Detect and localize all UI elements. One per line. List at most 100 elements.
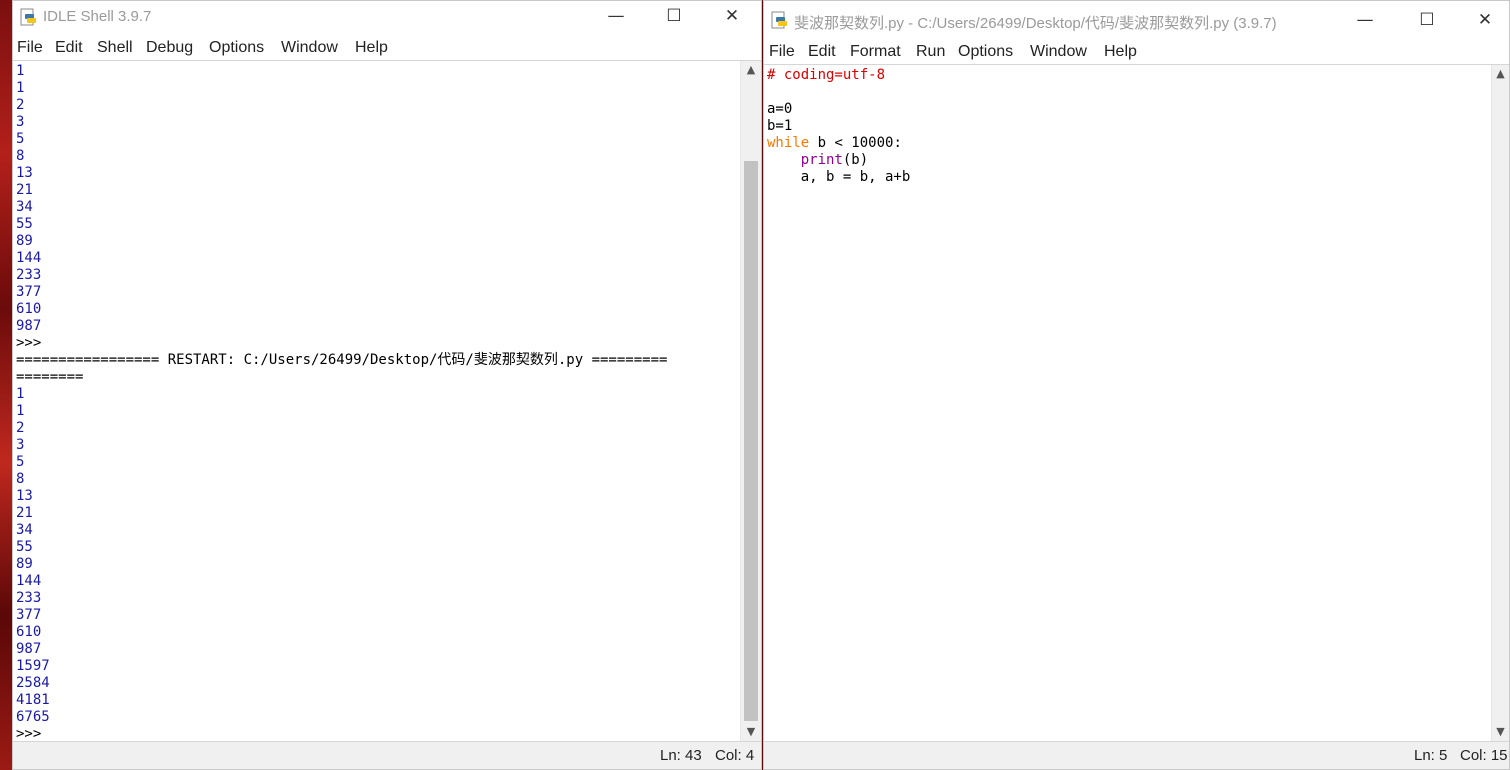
menu-options[interactable]: Options: [958, 43, 1013, 61]
editor-window: 斐波那契数列.py - C:/Users/26499/Desktop/代码/斐波…: [763, 0, 1510, 770]
editor-scrollbar[interactable]: ▲ ▼: [1491, 65, 1509, 741]
code-token: b=1: [767, 118, 793, 134]
shell-output-line: 3: [16, 437, 25, 453]
desktop-background: [0, 0, 12, 770]
shell-menubar: File Edit Shell Debug Options Window Hel…: [13, 36, 761, 60]
code-token: # coding=utf-8: [767, 67, 886, 83]
shell-output-line: 13: [16, 488, 33, 504]
shell-output-line: >>>: [16, 335, 42, 351]
shell-output-line: 2584: [16, 675, 50, 691]
shell-output-line: 5: [16, 131, 25, 147]
shell-statusbar: Ln: 43 Col: 4: [13, 741, 761, 769]
shell-output-line: ========: [16, 369, 84, 385]
shell-output-line: 13: [16, 165, 33, 181]
python-file-icon: [20, 8, 36, 26]
maximize-button[interactable]: ☐: [645, 1, 703, 33]
shell-output-line: 21: [16, 182, 33, 198]
shell-output-line: 1: [16, 386, 25, 402]
shell-output-line: 377: [16, 607, 42, 623]
editor-statusbar: Ln: 5 Col: 15: [764, 741, 1509, 769]
shell-output-line: 1597: [16, 658, 50, 674]
shell-output-line: 2: [16, 97, 25, 113]
code-line: print(b): [764, 152, 1491, 169]
line-number: Ln: 43: [660, 747, 702, 764]
editor-menubar: File Edit Format Run Options Window Help: [764, 40, 1509, 64]
menu-edit[interactable]: Edit: [55, 39, 83, 57]
close-button[interactable]: ✕: [703, 1, 761, 33]
shell-output-line: 610: [16, 624, 42, 640]
shell-output-line: 34: [16, 199, 33, 215]
shell-output-line: 987: [16, 641, 42, 657]
line-number: Ln: 5: [1414, 747, 1448, 764]
code-line: a, b = b, a+b: [764, 169, 1491, 186]
menu-debug[interactable]: Debug: [146, 39, 193, 57]
shell-output-line: 233: [16, 590, 42, 606]
editor-code-area[interactable]: # coding=utf-8 a=0 b=1 while b < 10000: pri…: [764, 67, 1491, 741]
code-line: b=1: [764, 118, 1491, 135]
shell-title: IDLE Shell 3.9.7: [43, 8, 152, 25]
shell-output-line: 8: [16, 471, 25, 487]
shell-output-line: 987: [16, 318, 42, 334]
menu-file[interactable]: File: [17, 39, 43, 57]
code-token: a, b = b, a+b: [767, 169, 911, 185]
shell-output-line: 610: [16, 301, 42, 317]
scroll-down-arrow[interactable]: ▼: [741, 723, 761, 741]
menu-help[interactable]: Help: [1104, 43, 1137, 61]
shell-output-line: 1: [16, 63, 25, 79]
menu-format[interactable]: Format: [850, 43, 901, 61]
menu-help[interactable]: Help: [355, 39, 388, 57]
shell-output-line: 8: [16, 148, 25, 164]
menu-edit[interactable]: Edit: [808, 43, 836, 61]
shell-output-line: 89: [16, 556, 33, 572]
shell-output-line: 2: [16, 420, 25, 436]
code-line: # coding=utf-8: [764, 67, 1491, 84]
code-token: while: [767, 135, 810, 151]
code-token: print: [800, 152, 843, 168]
shell-output-line: 55: [16, 539, 33, 555]
menu-run[interactable]: Run: [916, 43, 945, 61]
close-button[interactable]: ✕: [1456, 5, 1509, 37]
shell-output-line: 144: [16, 573, 42, 589]
code-token: b < 10000:: [809, 135, 902, 151]
python-file-icon: [771, 11, 787, 29]
scroll-down-arrow[interactable]: ▼: [1492, 723, 1509, 741]
shell-titlebar[interactable]: IDLE Shell 3.9.7 — ☐ ✕: [13, 1, 761, 35]
shell-output-line: ================= RESTART: C:/Users/2649…: [16, 352, 668, 368]
shell-output-line: 1: [16, 80, 25, 96]
code-token: a=0: [767, 101, 793, 117]
shell-output-line: 1: [16, 403, 25, 419]
shell-output-line: 55: [16, 216, 33, 232]
menu-window[interactable]: Window: [1030, 43, 1087, 61]
menu-separator: [764, 64, 1509, 65]
editor-titlebar[interactable]: 斐波那契数列.py - C:/Users/26499/Desktop/代码/斐波…: [764, 1, 1509, 39]
menu-file[interactable]: File: [769, 43, 795, 61]
scroll-up-arrow[interactable]: ▲: [741, 61, 761, 79]
minimize-button[interactable]: —: [1336, 5, 1394, 37]
shell-output-line: 6765: [16, 709, 50, 725]
code-line: a=0: [764, 101, 1491, 118]
shell-output-line: 89: [16, 233, 33, 249]
menu-shell[interactable]: Shell: [97, 39, 133, 57]
shell-output-line: 233: [16, 267, 42, 283]
minimize-button[interactable]: —: [587, 1, 645, 33]
menu-options[interactable]: Options: [209, 39, 264, 57]
scroll-thumb[interactable]: [744, 161, 758, 721]
shell-output-line: 34: [16, 522, 33, 538]
column-number: Col: 15: [1460, 747, 1508, 764]
shell-output-line: 144: [16, 250, 42, 266]
scroll-up-arrow[interactable]: ▲: [1492, 65, 1509, 83]
maximize-button[interactable]: ☐: [1398, 5, 1456, 37]
column-number: Col: 4: [715, 747, 755, 764]
menu-window[interactable]: Window: [281, 39, 338, 57]
shell-output-area[interactable]: 1 1 2 3 5 8 13 21 34 55 89 144 233 377 610 987 >>> ======…: [13, 63, 741, 741]
code-token: (b): [842, 152, 869, 168]
shell-scrollbar[interactable]: ▲ ▼: [740, 61, 761, 741]
editor-title: 斐波那契数列.py - C:/Users/26499/Desktop/代码/斐波…: [794, 15, 1277, 32]
menu-separator: [13, 60, 761, 61]
shell-output-line: >>>: [16, 726, 42, 741]
shell-output-line: 4181: [16, 692, 50, 708]
shell-output-line: 377: [16, 284, 42, 300]
code-line: while b < 10000:: [764, 135, 1491, 152]
